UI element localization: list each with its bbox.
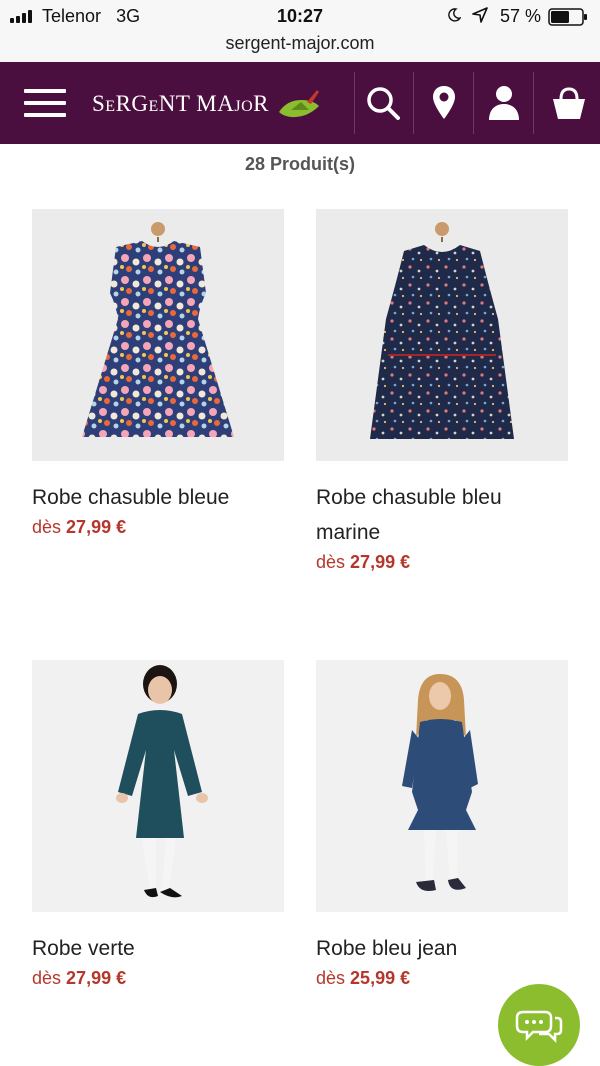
url-bar[interactable]: sergent-major.com — [0, 32, 600, 62]
product-name[interactable]: Robe chasuble bleu marine — [316, 480, 568, 550]
brand-logo[interactable]: SeRGeNT MAjoR — [92, 86, 323, 122]
product-price: dès 27,99 € — [32, 517, 127, 537]
account-icon[interactable] — [478, 80, 530, 126]
header-divider — [413, 72, 414, 134]
cart-icon[interactable] — [543, 80, 595, 126]
battery-percent: 57 % — [500, 6, 542, 26]
product-count: 28 Produit(s) — [244, 154, 355, 174]
moon-icon — [448, 8, 461, 22]
status-bar: Telenor 3G 10:27 57 % — [0, 0, 600, 32]
menu-icon[interactable] — [24, 86, 66, 120]
product-card[interactable]: Robe verte dès 27,99 € — [32, 660, 284, 989]
product-price: dès 27,99 € — [32, 968, 127, 988]
product-card[interactable]: Robe bleu jean dès 25,99 € — [316, 660, 568, 989]
product-image[interactable] — [316, 660, 568, 912]
product-price: dès 27,99 € — [316, 552, 411, 572]
search-icon[interactable] — [357, 80, 409, 126]
product-card[interactable]: Robe chasuble bleu marine dès 27,99 € — [316, 209, 568, 573]
battery-icon — [548, 8, 587, 26]
header-divider — [473, 72, 474, 134]
product-card[interactable]: Robe chasuble bleue dès 27,99 € — [32, 209, 284, 538]
chat-button[interactable] — [498, 984, 580, 1066]
product-name[interactable]: Robe chasuble bleue — [32, 480, 284, 515]
product-image[interactable] — [32, 660, 284, 912]
header-divider — [354, 72, 355, 134]
header-divider — [533, 72, 534, 134]
logo-hat-icon — [278, 90, 319, 118]
logo-text: SeRGeNT MAjoR — [92, 91, 269, 116]
product-image[interactable] — [32, 209, 284, 461]
product-name[interactable]: Robe verte — [32, 931, 284, 966]
site-header: SeRGeNT MAjoR — [0, 62, 600, 144]
chat-bubble-icon — [515, 1010, 563, 1044]
url-text: sergent-major.com — [225, 33, 375, 53]
product-image[interactable] — [316, 209, 568, 461]
location-pin-icon[interactable] — [418, 80, 470, 126]
product-name[interactable]: Robe bleu jean — [316, 931, 568, 966]
location-arrow-icon — [472, 7, 488, 23]
